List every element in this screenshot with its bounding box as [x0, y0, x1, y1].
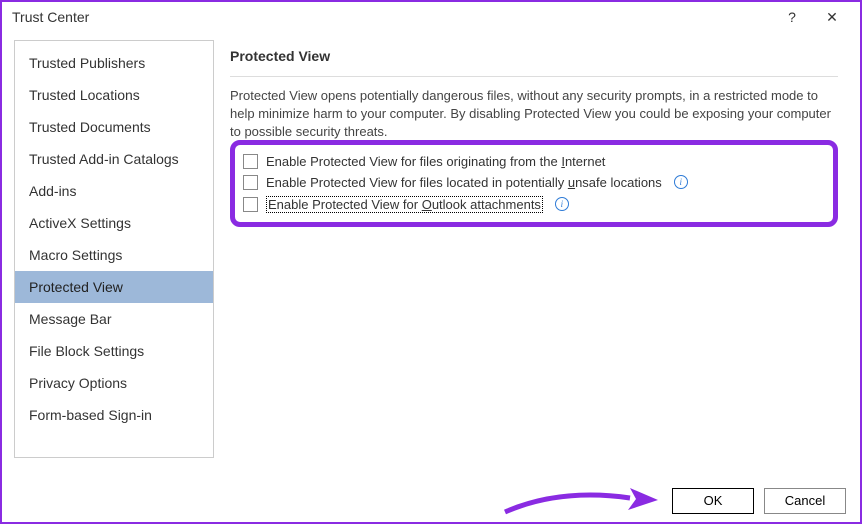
sidebar-item-trusted-addin-catalogs[interactable]: Trusted Add-in Catalogs [15, 143, 213, 175]
sidebar-item-label: Trusted Add-in Catalogs [29, 151, 179, 167]
checkbox-unsafe-locations[interactable] [243, 175, 258, 190]
sidebar-item-label: Macro Settings [29, 247, 122, 263]
content: Trusted Publishers Trusted Locations Tru… [2, 32, 860, 470]
sidebar-item-label: Add-ins [29, 183, 76, 199]
info-icon[interactable]: i [555, 197, 569, 211]
sidebar-item-label: Trusted Publishers [29, 55, 145, 71]
cancel-button[interactable]: Cancel [764, 488, 846, 514]
sidebar-item-label: File Block Settings [29, 343, 144, 359]
sidebar-item-addins[interactable]: Add-ins [15, 175, 213, 207]
sidebar-item-trusted-locations[interactable]: Trusted Locations [15, 79, 213, 111]
sidebar-item-label: Trusted Documents [29, 119, 151, 135]
sidebar-item-label: ActiveX Settings [29, 215, 131, 231]
section-heading: Protected View [230, 48, 838, 64]
checkbox-label: Enable Protected View for files originat… [266, 154, 605, 169]
sidebar-item-label: Message Bar [29, 311, 111, 327]
sidebar-item-message-bar[interactable]: Message Bar [15, 303, 213, 335]
section-divider [230, 76, 838, 77]
window-title: Trust Center [12, 9, 772, 25]
checkbox-internet[interactable] [243, 154, 258, 169]
sidebar-item-label: Protected View [29, 279, 123, 295]
sidebar-item-trusted-documents[interactable]: Trusted Documents [15, 111, 213, 143]
sidebar-item-trusted-publishers[interactable]: Trusted Publishers [15, 47, 213, 79]
sidebar-item-label: Form-based Sign-in [29, 407, 152, 423]
arrow-annotation [500, 480, 660, 520]
sidebar: Trusted Publishers Trusted Locations Tru… [14, 40, 214, 458]
checkbox-label: Enable Protected View for Outlook attach… [266, 196, 543, 213]
footer: OK Cancel [672, 488, 846, 514]
help-button[interactable]: ? [772, 9, 812, 25]
titlebar: Trust Center ? ✕ [2, 2, 860, 32]
checkbox-outlook-attachments[interactable] [243, 197, 258, 212]
main-panel: Protected View Protected View opens pote… [226, 40, 848, 458]
sidebar-item-privacy-options[interactable]: Privacy Options [15, 367, 213, 399]
sidebar-item-protected-view[interactable]: Protected View [15, 271, 213, 303]
checkbox-row-unsafe-locations[interactable]: Enable Protected View for files located … [243, 172, 825, 193]
sidebar-item-form-based-signin[interactable]: Form-based Sign-in [15, 399, 213, 431]
sidebar-item-label: Privacy Options [29, 375, 127, 391]
info-icon[interactable]: i [674, 175, 688, 189]
highlight-annotation: Enable Protected View for files originat… [230, 140, 838, 227]
close-button[interactable]: ✕ [812, 9, 852, 26]
sidebar-item-label: Trusted Locations [29, 87, 140, 103]
section-description: Protected View opens potentially dangero… [230, 87, 838, 142]
checkbox-label: Enable Protected View for files located … [266, 175, 662, 190]
checkbox-row-internet[interactable]: Enable Protected View for files originat… [243, 151, 825, 172]
checkbox-row-outlook-attachments[interactable]: Enable Protected View for Outlook attach… [243, 193, 825, 216]
sidebar-item-file-block-settings[interactable]: File Block Settings [15, 335, 213, 367]
ok-button[interactable]: OK [672, 488, 754, 514]
sidebar-item-activex-settings[interactable]: ActiveX Settings [15, 207, 213, 239]
sidebar-item-macro-settings[interactable]: Macro Settings [15, 239, 213, 271]
